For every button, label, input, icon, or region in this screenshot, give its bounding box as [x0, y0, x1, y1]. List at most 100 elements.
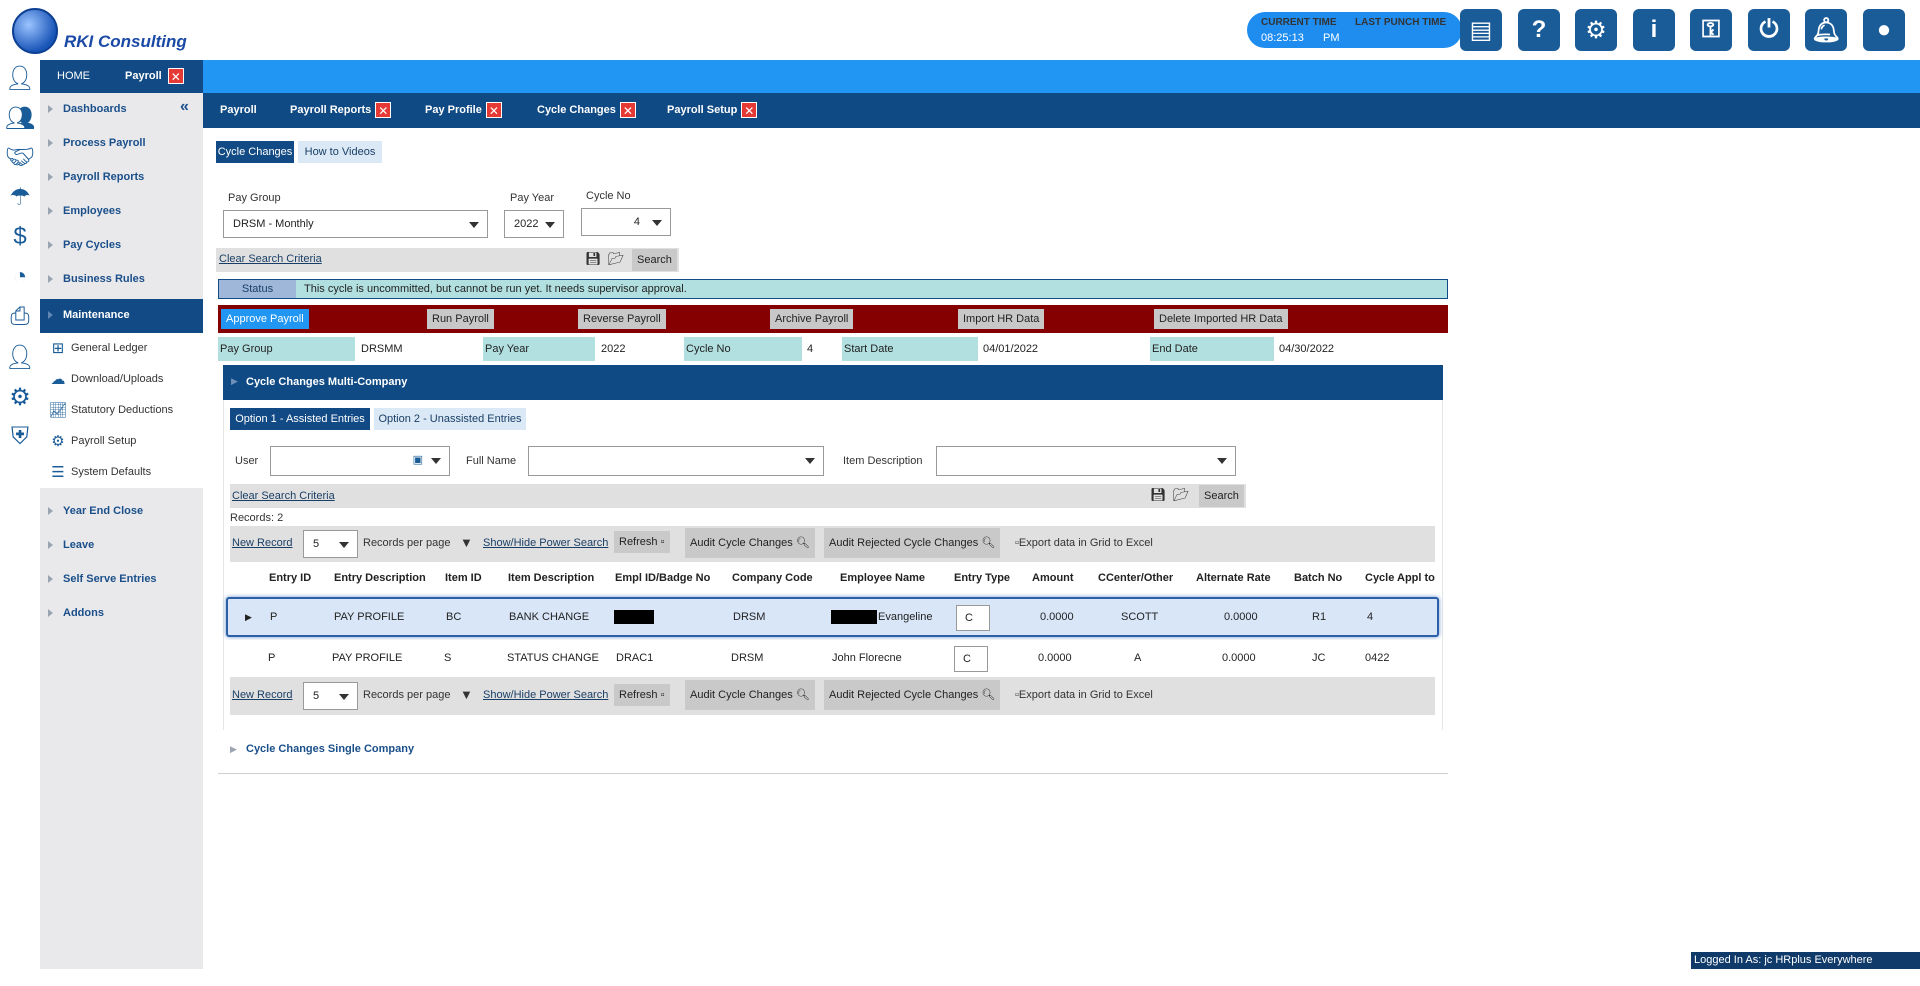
- settings-icon[interactable]: ⚙: [1575, 9, 1617, 51]
- dollar-icon[interactable]: $: [5, 222, 35, 252]
- audit-rejected-button[interactable]: Audit Rejected Cycle Changes 🔍︎: [824, 680, 1001, 710]
- import-hr-data-button[interactable]: Import HR Data: [958, 309, 1045, 329]
- person-icon[interactable]: 👤︎: [5, 63, 35, 93]
- col-employee-name[interactable]: Employee Name: [840, 572, 925, 584]
- col-entry-description[interactable]: Entry Description: [334, 572, 426, 584]
- power-icon[interactable]: ⏻: [1748, 9, 1790, 51]
- timesheet-icon[interactable]: ▤: [1460, 9, 1502, 51]
- info-icon[interactable]: i: [1633, 9, 1675, 51]
- key-icon[interactable]: ⚿: [1690, 9, 1732, 51]
- export-excel-link[interactable]: ▫Export data in Grid to Excel: [1015, 689, 1153, 701]
- collapse-sidebar-icon[interactable]: «: [180, 98, 189, 116]
- col-entry-type[interactable]: Entry Type: [954, 572, 1010, 584]
- save-icon[interactable]: 💾︎: [1150, 487, 1167, 503]
- umbrella-icon[interactable]: ☂: [5, 182, 35, 212]
- page-tab-how-to-videos[interactable]: How to Videos: [298, 141, 382, 163]
- save-icon[interactable]: 💾︎: [585, 251, 602, 267]
- col-alternate-rate[interactable]: Alternate Rate: [1196, 572, 1271, 584]
- item-description-select[interactable]: [936, 446, 1236, 476]
- close-icon[interactable]: ✕: [485, 102, 502, 119]
- folder-icon[interactable]: 📂︎: [608, 251, 625, 267]
- refresh-button[interactable]: Refresh ▫: [614, 684, 670, 706]
- sidebar-item-process-payroll[interactable]: Process Payroll: [40, 127, 203, 161]
- col-ccenter[interactable]: CCenter/Other: [1098, 572, 1173, 584]
- col-batch-no[interactable]: Batch No: [1294, 572, 1342, 584]
- cycle-no-select[interactable]: 4: [581, 208, 671, 236]
- user-avatar-icon[interactable]: ●: [1863, 9, 1905, 51]
- sidebar-sub-download-uploads[interactable]: ☁ Download/Uploads: [40, 364, 203, 395]
- tab-cycle-changes[interactable]: Cycle Changes ✕: [537, 93, 636, 128]
- approve-payroll-button[interactable]: Approve Payroll: [221, 309, 309, 329]
- multi-clear-search-link[interactable]: Clear Search Criteria: [232, 490, 335, 502]
- sidebar-sub-payroll-setup[interactable]: ⚙ Payroll Setup: [40, 426, 203, 457]
- sidebar-item-addons[interactable]: Addons: [40, 597, 203, 631]
- option2-tab[interactable]: Option 2 - Unassisted Entries: [374, 408, 526, 430]
- full-name-select[interactable]: [528, 446, 824, 476]
- clear-search-link[interactable]: Clear Search Criteria: [219, 253, 322, 265]
- single-company-panel-title[interactable]: Cycle Changes Single Company: [246, 743, 414, 755]
- sidebar-item-pay-cycles[interactable]: Pay Cycles: [40, 229, 203, 263]
- col-entry-id[interactable]: Entry ID: [269, 572, 311, 584]
- sidebar-item-employees[interactable]: Employees: [40, 195, 203, 229]
- sidebar-item-year-end-close[interactable]: Year End Close: [40, 495, 203, 529]
- archive-payroll-button[interactable]: Archive Payroll: [770, 309, 854, 329]
- col-company-code[interactable]: Company Code: [732, 572, 813, 584]
- table-row[interactable]: P PAY PROFILE S STATUS CHANGE DRAC1 DRSM…: [226, 640, 1439, 680]
- new-record-link[interactable]: New Record: [232, 537, 293, 549]
- folder-icon[interactable]: 📂︎: [1173, 487, 1190, 503]
- col-item-id[interactable]: Item ID: [445, 572, 482, 584]
- help-icon[interactable]: ?: [1518, 9, 1560, 51]
- sidebar-item-maintenance[interactable]: Maintenance: [40, 299, 203, 333]
- run-payroll-button[interactable]: Run Payroll: [427, 309, 494, 329]
- col-cycle-appl[interactable]: Cycle Appl to: [1365, 572, 1435, 584]
- multi-company-panel-header[interactable]: ▶ Cycle Changes Multi-Company: [223, 365, 1443, 400]
- close-icon[interactable]: ✕: [741, 102, 758, 119]
- shield-lock-icon[interactable]: ⛨: [5, 422, 35, 452]
- audit-rejected-button[interactable]: Audit Rejected Cycle Changes 🔍︎: [824, 528, 1001, 558]
- delete-imported-hr-data-button[interactable]: Delete Imported HR Data: [1154, 309, 1288, 329]
- payroll-tab[interactable]: Payroll ✕: [125, 60, 184, 93]
- tab-payroll[interactable]: Payroll: [220, 93, 257, 128]
- sidebar-item-dashboards[interactable]: Dashboards: [40, 93, 203, 127]
- audit-cycle-changes-button[interactable]: Audit Cycle Changes 🔍︎: [685, 528, 815, 558]
- table-row[interactable]: ▶ P PAY PROFILE BC BANK CHANGE DRSM Evan…: [226, 597, 1439, 637]
- search-button[interactable]: Search: [632, 249, 677, 271]
- new-record-link[interactable]: New Record: [232, 689, 293, 701]
- tab-payroll-reports[interactable]: Payroll Reports ✕: [290, 93, 392, 128]
- bell-icon[interactable]: 🔔︎: [1805, 9, 1847, 51]
- pay-group-select[interactable]: DRSM - Monthly: [223, 210, 488, 238]
- power-search-link[interactable]: Show/Hide Power Search: [483, 537, 608, 549]
- expand-icon[interactable]: ▶: [230, 744, 237, 755]
- multi-search-button[interactable]: Search: [1199, 485, 1244, 507]
- tab-pay-profile[interactable]: Pay Profile ✕: [425, 93, 502, 128]
- user-select[interactable]: ▣: [270, 446, 450, 476]
- home-tab[interactable]: HOME: [57, 60, 90, 93]
- sidebar-item-leave[interactable]: Leave: [40, 529, 203, 563]
- sidebar-item-payroll-reports[interactable]: Payroll Reports: [40, 161, 203, 195]
- close-icon[interactable]: ✕: [167, 68, 184, 85]
- sidebar-item-business-rules[interactable]: Business Rules: [40, 263, 203, 297]
- people-icon[interactable]: 👥︎: [5, 103, 35, 133]
- user-edit-icon[interactable]: 👤︎: [5, 342, 35, 372]
- audit-cycle-changes-button[interactable]: Audit Cycle Changes 🔍︎: [685, 680, 815, 710]
- gear-icon[interactable]: ⚙: [5, 382, 35, 412]
- close-icon[interactable]: ✕: [375, 102, 392, 119]
- sidebar-sub-general-ledger[interactable]: ⊞ General Ledger: [40, 333, 203, 364]
- page-tab-cycle-changes[interactable]: Cycle Changes: [216, 141, 294, 163]
- tab-payroll-setup[interactable]: Payroll Setup ✕: [667, 93, 758, 128]
- cell-entry-type[interactable]: C: [954, 646, 988, 672]
- col-amount[interactable]: Amount: [1032, 572, 1074, 584]
- cell-entry-type[interactable]: C: [956, 605, 990, 631]
- power-search-link[interactable]: Show/Hide Power Search: [483, 689, 608, 701]
- close-icon[interactable]: ✕: [619, 102, 636, 119]
- col-empl-id[interactable]: Empl ID/Badge No: [615, 572, 710, 584]
- export-excel-link[interactable]: ▫Export data in Grid to Excel: [1015, 537, 1153, 549]
- per-page-select[interactable]: 5: [303, 682, 358, 710]
- user-lookup-icon[interactable]: ▣: [413, 447, 423, 473]
- handshake-icon[interactable]: 🤝︎: [5, 142, 35, 172]
- printer-icon[interactable]: ⎙: [5, 302, 35, 332]
- col-item-description[interactable]: Item Description: [508, 572, 594, 584]
- row-expand-icon[interactable]: ▶: [245, 599, 252, 635]
- per-page-select[interactable]: 5: [303, 530, 358, 558]
- reverse-payroll-button[interactable]: Reverse Payroll: [578, 309, 666, 329]
